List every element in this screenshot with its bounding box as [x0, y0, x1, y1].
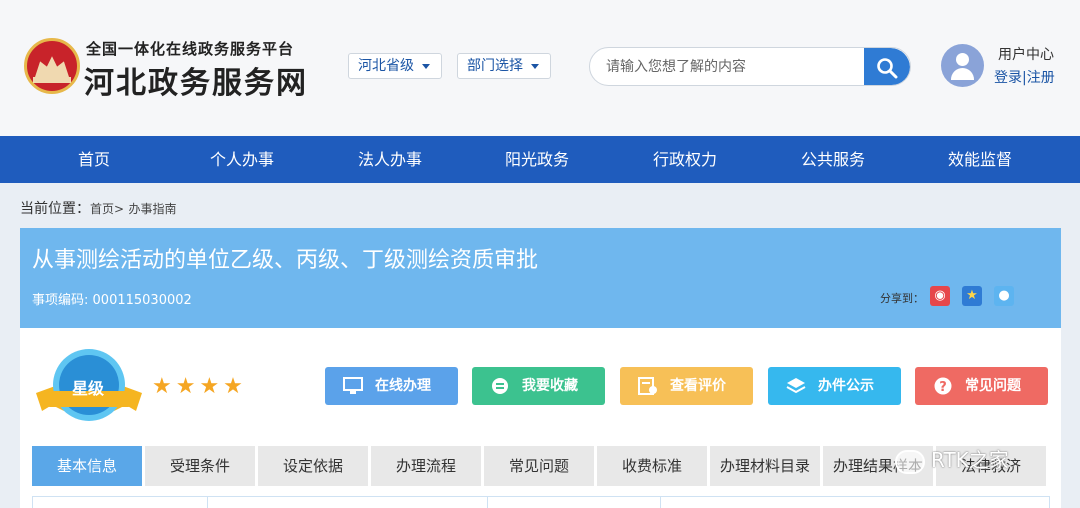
nav-item-corporate[interactable]: 法人办事 [330, 136, 450, 183]
search-icon [877, 58, 898, 79]
wechat-icon [895, 449, 925, 474]
online-handle-button[interactable]: 在线办理 [325, 367, 458, 405]
tab-materials[interactable]: 办理材料目录 [710, 446, 820, 486]
tab-acceptance-conditions[interactable]: 受理条件 [145, 446, 255, 486]
table-divider [487, 496, 488, 508]
publicity-label: 办件公示 [818, 378, 874, 394]
watermark: RTK之家 [895, 444, 1009, 474]
item-code-value: 000115030002 [92, 293, 192, 308]
search-box [589, 47, 911, 86]
region-dropdown[interactable]: 河北省级 [348, 53, 442, 79]
tab-process[interactable]: 办理流程 [371, 446, 481, 486]
department-dropdown[interactable]: 部门选择 [457, 53, 551, 79]
bookmark-icon [492, 378, 508, 394]
caret-down-icon [422, 63, 430, 69]
rating-stars: ★★★★ [152, 374, 247, 399]
site-header: 全国一体化在线政务服务平台 河北政务服务网 河北省级 部门选择 用户中心 登录|… [0, 0, 1080, 136]
table-divider [660, 496, 661, 508]
rating-badge-label: 星级 [72, 379, 105, 398]
avatar[interactable] [941, 44, 984, 87]
review-icon [638, 377, 657, 395]
login-register-link[interactable]: 登录|注册 [994, 67, 1055, 87]
tab-legal-basis[interactable]: 设定依据 [258, 446, 368, 486]
watermark-text: RTK之家 [931, 448, 1009, 472]
share-label: 分享到： [880, 292, 924, 305]
view-review-button[interactable]: 查看评价 [620, 367, 753, 405]
user-center-link[interactable]: 用户中心 [998, 44, 1054, 64]
emblem-icon[interactable] [24, 38, 80, 94]
breadcrumb-home[interactable]: 首页> [90, 202, 124, 216]
platform-subtitle: 全国一体化在线政务服务平台 [86, 40, 295, 58]
nav-item-supervision[interactable]: 效能监督 [920, 136, 1040, 183]
item-code: 事项编码: 000115030002 [32, 289, 192, 308]
site-name[interactable]: 河北政务服务网 [84, 58, 308, 102]
favorite-button[interactable]: 我要收藏 [472, 367, 605, 405]
nav-item-personal[interactable]: 个人办事 [182, 136, 302, 183]
view-review-label: 查看评价 [670, 378, 726, 394]
monitor-icon [343, 377, 363, 394]
tab-fees[interactable]: 收费标准 [597, 446, 707, 486]
weibo-icon[interactable]: ◉ [930, 286, 950, 306]
online-handle-label: 在线办理 [375, 378, 431, 394]
breadcrumb-current: 办事指南 [128, 202, 177, 216]
department-dropdown-label: 部门选择 [467, 58, 523, 74]
nav-item-administrative-power[interactable]: 行政权力 [625, 136, 745, 183]
nav-item-open-government[interactable]: 阳光政务 [477, 136, 597, 183]
tab-faq[interactable]: 常见问题 [484, 446, 594, 486]
region-dropdown-label: 河北省级 [358, 58, 414, 74]
nav-item-home[interactable]: 首页 [34, 136, 154, 183]
search-button[interactable] [864, 48, 910, 85]
nav-item-public-service[interactable]: 公共服务 [773, 136, 893, 183]
breadcrumb-prefix: 当前位置： [20, 201, 90, 217]
main-nav: 首页 个人办事 法人办事 阳光政务 行政权力 公共服务 效能监督 [0, 136, 1080, 183]
item-header: 从事测绘活动的单位乙级、丙级、丁级测绘资质审批 事项编码: 0001150300… [20, 228, 1061, 328]
layers-icon [786, 378, 806, 394]
favorite-label: 我要收藏 [522, 378, 578, 394]
page-title: 从事测绘活动的单位乙级、丙级、丁级测绘资质审批 [32, 248, 539, 273]
question-icon: ? [934, 377, 952, 395]
qzone-star-icon[interactable]: ★ [962, 286, 982, 306]
item-code-label: 事项编码: [32, 293, 89, 308]
svg-text:?: ? [939, 380, 947, 395]
qq-icon[interactable]: ● [994, 286, 1014, 306]
faq-label: 常见问题 [965, 378, 1021, 394]
info-table [32, 496, 1050, 508]
table-divider [207, 496, 208, 508]
search-input[interactable] [606, 56, 856, 78]
faq-button[interactable]: ? 常见问题 [915, 367, 1048, 405]
tab-basic-info[interactable]: 基本信息 [32, 446, 142, 486]
breadcrumb: 当前位置：首页> 办事指南 [20, 198, 177, 218]
caret-down-icon [531, 63, 539, 69]
publicity-button[interactable]: 办件公示 [768, 367, 901, 405]
